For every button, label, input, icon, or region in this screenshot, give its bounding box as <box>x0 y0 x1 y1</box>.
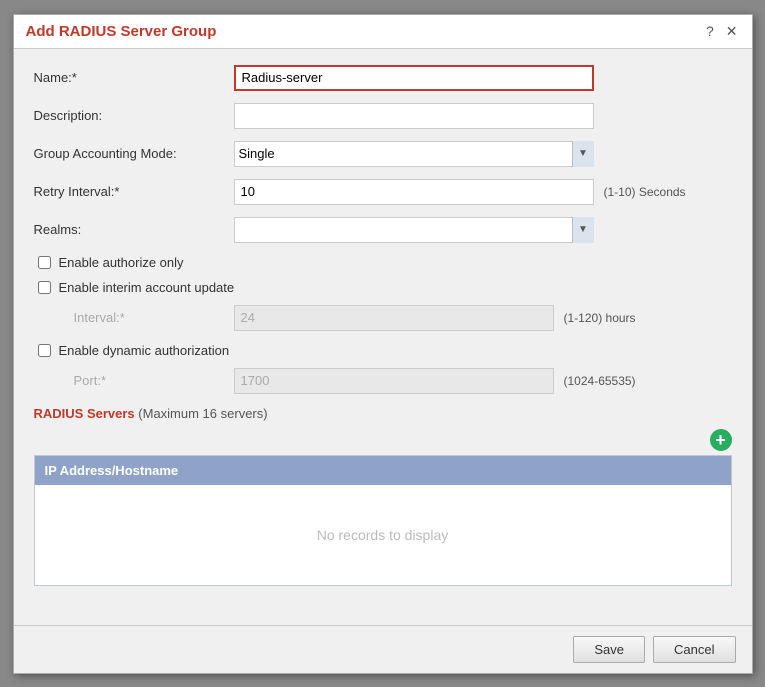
close-button[interactable]: ✕ <box>724 24 740 38</box>
name-label: Name:* <box>34 70 234 85</box>
cancel-button[interactable]: Cancel <box>653 636 735 663</box>
dialog-title: Add RADIUS Server Group <box>26 23 217 40</box>
interval-label: Interval:* <box>74 310 234 325</box>
enable-authorize-row: Enable authorize only <box>34 255 732 270</box>
dialog-body: Name:* Description: Group Accounting Mod… <box>14 49 752 625</box>
enable-dynamic-label: Enable dynamic authorization <box>59 343 230 358</box>
retry-interval-row: Retry Interval:* (1-10) Seconds <box>34 179 732 205</box>
realms-select[interactable] <box>234 217 594 243</box>
save-button[interactable]: Save <box>573 636 645 663</box>
help-button[interactable]: ? <box>704 24 716 38</box>
enable-interim-label: Enable interim account update <box>59 280 235 295</box>
port-row: Port:* (1024-65535) <box>34 368 732 394</box>
group-accounting-mode-wrapper: Single Multiple ▼ <box>234 141 594 167</box>
name-input[interactable] <box>234 65 594 91</box>
servers-table: IP Address/Hostname No records to displa… <box>34 455 732 586</box>
realms-row: Realms: ▼ <box>34 217 732 243</box>
enable-interim-checkbox[interactable] <box>38 281 51 294</box>
group-accounting-mode-label: Group Accounting Mode: <box>34 146 234 161</box>
enable-dynamic-row: Enable dynamic authorization <box>34 343 732 358</box>
port-input[interactable] <box>234 368 554 394</box>
realms-label: Realms: <box>34 222 234 237</box>
interval-input[interactable] <box>234 305 554 331</box>
interval-row: Interval:* (1-120) hours <box>34 305 732 331</box>
dialog-titlebar: Add RADIUS Server Group ? ✕ <box>14 15 752 49</box>
description-label: Description: <box>34 108 234 123</box>
add-circle-icon: + <box>710 429 732 451</box>
realms-wrapper: ▼ <box>234 217 594 243</box>
description-input[interactable] <box>234 103 594 129</box>
name-row: Name:* <box>34 65 732 91</box>
group-accounting-mode-row: Group Accounting Mode: Single Multiple ▼ <box>34 141 732 167</box>
dialog-controls: ? ✕ <box>704 24 740 38</box>
radius-servers-header: RADIUS Servers (Maximum 16 servers) <box>34 406 732 421</box>
enable-interim-row: Enable interim account update <box>34 280 732 295</box>
port-hint: (1024-65535) <box>564 374 636 388</box>
enable-authorize-checkbox[interactable] <box>38 256 51 269</box>
add-btn-row: + <box>34 429 732 451</box>
radius-servers-hint: (Maximum 16 servers) <box>138 406 267 421</box>
add-server-button[interactable]: + <box>710 429 732 451</box>
table-header: IP Address/Hostname <box>35 456 731 485</box>
retry-interval-label: Retry Interval:* <box>34 184 234 199</box>
description-row: Description: <box>34 103 732 129</box>
retry-interval-input[interactable] <box>234 179 594 205</box>
group-accounting-mode-select[interactable]: Single Multiple <box>234 141 594 167</box>
port-label: Port:* <box>74 373 234 388</box>
enable-dynamic-checkbox[interactable] <box>38 344 51 357</box>
interval-hint: (1-120) hours <box>564 311 636 325</box>
table-empty-message: No records to display <box>35 485 731 585</box>
radius-servers-title: RADIUS Servers <box>34 406 135 421</box>
enable-authorize-label: Enable authorize only <box>59 255 184 270</box>
retry-interval-hint: (1-10) Seconds <box>604 185 686 199</box>
add-radius-server-group-dialog: Add RADIUS Server Group ? ✕ Name:* Descr… <box>13 14 753 674</box>
dialog-footer: Save Cancel <box>14 625 752 673</box>
